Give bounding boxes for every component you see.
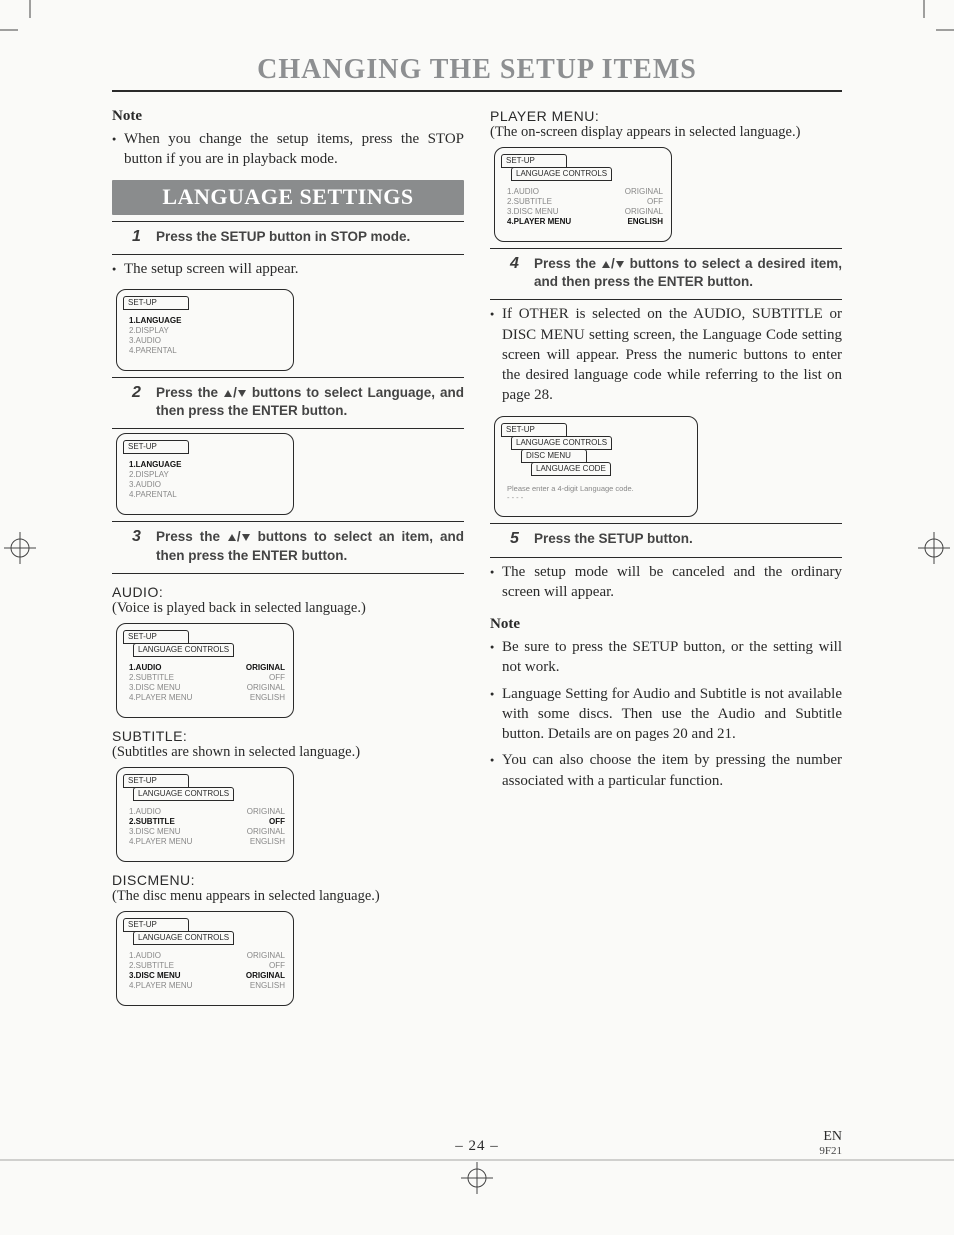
step-number: 2 [132,384,148,420]
osd-tab: LANGUAGE CONTROLS [133,931,234,945]
osd-row: 3.DISC MENUORIGINAL [129,971,285,981]
osd-row: 1.AUDIOORIGINAL [129,807,285,817]
step-5: 5 Press the SETUP button. [490,528,842,550]
discmenu-heading: DISCMENU: [112,872,464,888]
osd-row: 4.PLAYER MENUENGLISH [507,217,663,227]
osd-audio: SET-UP LANGUAGE CONTROLS 1.AUDIOORIGINAL… [116,623,464,718]
footer-code: 9F21 [819,1145,842,1157]
osd-row: 2.DISPLAY [129,470,285,480]
step-3: 3 Press the / buttons to select an item,… [112,526,464,566]
osd-tab: SET-UP [123,630,189,644]
audio-desc: (Voice is played back in selected langua… [112,600,464,617]
footer-language: EN [819,1129,842,1145]
osd-langcode: SET-UP LANGUAGE CONTROLS DISC MENU LANGU… [494,416,842,518]
discmenu-desc: (The disc menu appears in selected langu… [112,888,464,905]
note-item: Be sure to press the SETUP button, or th… [490,637,842,678]
osd-tab: SET-UP [501,423,567,437]
page-number: – 24 – [455,1138,499,1155]
osd-row: 2.SUBTITLEOFF [129,673,285,683]
note-item: You can also choose the item by pressing… [490,750,842,791]
osd-subtitle: SET-UP LANGUAGE CONTROLS 1.AUDIOORIGINAL… [116,767,464,862]
osd-code-input: - - - - [501,493,691,502]
step-number: 1 [132,228,148,246]
osd-row: 4.PLAYER MENUENGLISH [129,981,285,991]
osd-message: Please enter a 4-digit Language code. [501,480,691,493]
osd-tab: SET-UP [123,296,189,310]
osd-row: 1.AUDIOORIGINAL [129,663,285,673]
title-rule [112,90,842,92]
osd-tab: DISC MENU [521,449,587,463]
osd-tab: SET-UP [123,440,189,454]
osd-row: 2.SUBTITLEOFF [129,961,285,971]
step-text: Press the SETUP button. [534,530,693,548]
note-list: Be sure to press the SETUP button, or th… [490,637,842,791]
osd-discmenu: SET-UP LANGUAGE CONTROLS 1.AUDIOORIGINAL… [116,911,464,1006]
player-heading: PLAYER MENU: [490,108,842,124]
step-1: 1 Press the SETUP button in STOP mode. [112,226,464,248]
step-number: 3 [132,528,148,564]
section-banner-language: LANGUAGE SETTINGS [112,180,464,215]
player-desc: (The on-screen display appears in select… [490,124,842,141]
osd-tab: SET-UP [123,774,189,788]
osd-row: 3.DISC MENUORIGINAL [129,827,285,837]
osd-row: 3.AUDIO [129,480,285,490]
audio-heading: AUDIO: [112,584,464,600]
osd-row: 4.PLAYER MENUENGLISH [129,837,285,847]
right-column: PLAYER MENU: (The on-screen display appe… [490,104,842,1010]
left-column: Note When you change the setup items, pr… [112,104,464,1010]
note-list: When you change the setup items, press t… [112,129,464,170]
step-2: 2 Press the / buttons to select Language… [112,382,464,422]
osd-tab: LANGUAGE CONTROLS [511,436,612,450]
osd-row: 3.AUDIO [129,336,285,346]
osd-setup-main-2: SET-UP 1.LANGUAGE2.DISPLAY3.AUDIO4.PAREN… [116,433,464,515]
step-text: Press the SETUP button in STOP mode. [156,228,410,246]
osd-row: 4.PARENTAL [129,490,285,500]
osd-row: 3.DISC MENUORIGINAL [129,683,285,693]
note-item: Language Setting for Audio and Subtitle … [490,684,842,745]
page-title: CHANGING THE SETUP ITEMS [112,54,842,86]
osd-tab: SET-UP [123,918,189,932]
step-text: Press the / buttons to select an item, a… [156,528,464,564]
osd-player: SET-UP LANGUAGE CONTROLS 1.AUDIOORIGINAL… [494,147,842,242]
osd-row: 1.LANGUAGE [129,316,285,326]
subtitle-desc: (Subtitles are shown in selected languag… [112,744,464,761]
osd-tab: LANGUAGE CONTROLS [133,787,234,801]
osd-row: 2.SUBTITLEOFF [129,817,285,827]
note-heading: Note [490,616,842,633]
osd-tab: LANGUAGE CODE [531,462,611,476]
step-number: 5 [510,530,526,548]
osd-row: 3.DISC MENUORIGINAL [507,207,663,217]
step-number: 4 [510,255,526,291]
osd-tab: LANGUAGE CONTROLS [133,643,234,657]
osd-row: 1.AUDIOORIGINAL [507,187,663,197]
step-text: Press the / buttons to select a desired … [534,255,842,291]
step-note: The setup screen will appear. [112,259,464,279]
step-note: If OTHER is selected on the AUDIO, SUBTI… [490,304,842,405]
step-note: The setup mode will be canceled and the … [490,562,842,603]
osd-row: 2.DISPLAY [129,326,285,336]
osd-row: 4.PLAYER MENUENGLISH [129,693,285,703]
osd-tab: LANGUAGE CONTROLS [511,167,612,181]
osd-setup-main: SET-UP 1.LANGUAGE2.DISPLAY3.AUDIO4.PAREN… [116,289,464,371]
osd-tab: SET-UP [501,154,567,168]
subtitle-heading: SUBTITLE: [112,728,464,744]
note-heading: Note [112,108,464,125]
step-4: 4 Press the / buttons to select a desire… [490,253,842,293]
osd-row: 2.SUBTITLEOFF [507,197,663,207]
osd-row: 4.PARENTAL [129,346,285,356]
osd-row: 1.LANGUAGE [129,460,285,470]
step-text: Press the / buttons to select Language, … [156,384,464,420]
osd-row: 1.AUDIOORIGINAL [129,951,285,961]
note-item: When you change the setup items, press t… [112,129,464,170]
